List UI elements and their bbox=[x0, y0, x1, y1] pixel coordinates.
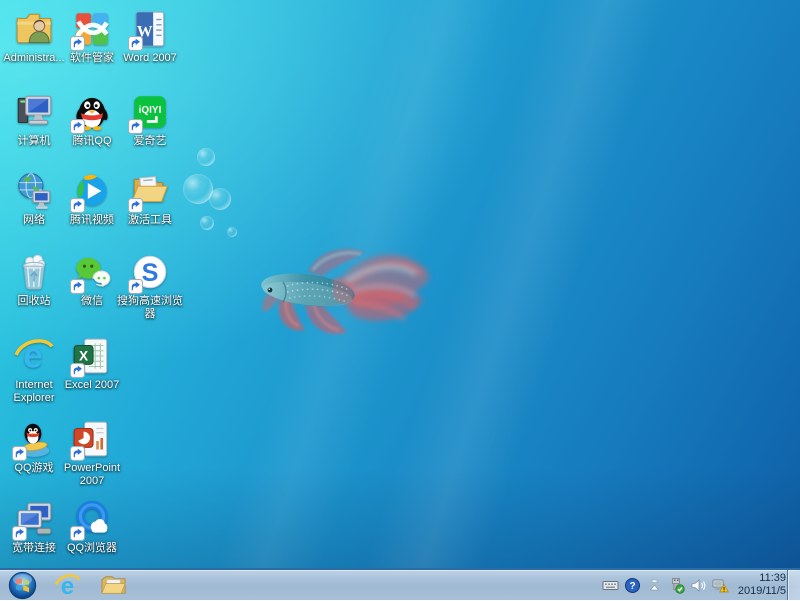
icon-label: Internet Explorer bbox=[1, 379, 67, 405]
icon-label: PowerPoint 2007 bbox=[59, 462, 125, 488]
taskbar-explorer-button[interactable] bbox=[90, 570, 136, 600]
desktop-icon-tencent-qq[interactable]: 腾讯QQ bbox=[59, 91, 125, 148]
recycle-bin-icon bbox=[13, 251, 55, 293]
icon-label: 计算机 bbox=[1, 135, 67, 148]
icon-label: 宽带连接 bbox=[1, 542, 67, 555]
software-manager-icon bbox=[71, 8, 113, 50]
open-folder-icon bbox=[129, 170, 171, 212]
admin-folder-icon bbox=[13, 8, 55, 50]
windows-start-icon bbox=[7, 570, 38, 601]
icon-label: 网络 bbox=[1, 214, 67, 227]
svg-text:?: ? bbox=[629, 581, 635, 592]
svg-text:iQIYI: iQIYI bbox=[139, 105, 162, 116]
desktop-icon-qq-browser[interactable]: QQ浏览器 bbox=[59, 498, 125, 555]
icon-label: QQ浏览器 bbox=[59, 542, 125, 555]
tray-clock[interactable]: 11:39 2019/11/5 bbox=[738, 572, 786, 598]
desktop-icon-powerpoint-2007[interactable]: PowerPoint 2007 bbox=[59, 418, 125, 488]
start-button[interactable] bbox=[0, 570, 44, 600]
desktop-icon-network[interactable]: 网络 bbox=[1, 170, 67, 227]
icon-label: 回收站 bbox=[1, 295, 67, 308]
desktop-icon-word-2007[interactable]: W Word 2007 bbox=[117, 8, 183, 65]
clock-date: 2019/11/5 bbox=[738, 585, 786, 598]
computer-icon bbox=[13, 91, 55, 133]
svg-text:X: X bbox=[79, 349, 88, 364]
qq-game-icon bbox=[13, 418, 55, 460]
excel-icon: X bbox=[71, 335, 113, 377]
clock-time: 11:39 bbox=[738, 572, 786, 585]
desktop-icon-computer[interactable]: 计算机 bbox=[1, 91, 67, 148]
help-icon[interactable]: ? bbox=[624, 577, 641, 594]
desktop-icon-excel-2007[interactable]: X Excel 2007 bbox=[59, 335, 125, 392]
wechat-icon bbox=[71, 251, 113, 293]
broadband-icon bbox=[13, 498, 55, 540]
tencent-video-icon bbox=[71, 170, 113, 212]
ie-icon: e bbox=[54, 572, 81, 599]
desktop-icon-internet-explorer[interactable]: eInternet Explorer bbox=[1, 335, 67, 405]
icon-label: Excel 2007 bbox=[59, 379, 125, 392]
ie-icon: e bbox=[13, 335, 55, 377]
iqiyi-icon: iQIYI bbox=[129, 91, 171, 133]
taskbar: e ? bbox=[0, 568, 800, 600]
icon-label: 微信 bbox=[59, 295, 125, 308]
icon-label: 激活工具 bbox=[117, 214, 183, 227]
icon-label: 搜狗高速浏览器 bbox=[117, 295, 183, 321]
usb-device-icon[interactable] bbox=[668, 577, 685, 594]
desktop-icon-activation-tools[interactable]: 激活工具 bbox=[117, 170, 183, 227]
icon-label: Word 2007 bbox=[117, 52, 183, 65]
desktop[interactable]: Administra...软件管家 W Word 2007 计算机腾讯QQ iQIYI 爱… bbox=[0, 0, 800, 600]
desktop-icon-grid: Administra...软件管家 W Word 2007 计算机腾讯QQ iQIYI 爱… bbox=[0, 0, 800, 600]
taskbar-ie-button[interactable]: e bbox=[44, 570, 90, 600]
word-icon: W bbox=[129, 8, 171, 50]
icon-label: 腾讯视频 bbox=[59, 214, 125, 227]
icon-label: 软件管家 bbox=[59, 52, 125, 65]
powerpoint-icon bbox=[71, 418, 113, 460]
icon-label: 腾讯QQ bbox=[59, 135, 125, 148]
desktop-icon-sogou-browser[interactable]: S 搜狗高速浏览器 bbox=[117, 251, 183, 321]
desktop-icon-wechat[interactable]: 微信 bbox=[59, 251, 125, 308]
icon-label: QQ游戏 bbox=[1, 462, 67, 475]
desktop-icon-iqiyi[interactable]: iQIYI 爱奇艺 bbox=[117, 91, 183, 148]
desktop-icon-qq-games[interactable]: QQ游戏 bbox=[1, 418, 67, 475]
show-desktop-button[interactable] bbox=[787, 570, 800, 600]
qq-icon bbox=[71, 91, 113, 133]
icon-label: 爱奇艺 bbox=[117, 135, 183, 148]
network-icon bbox=[13, 170, 55, 212]
input-indicator-icon[interactable] bbox=[602, 577, 619, 594]
qq-browser-icon bbox=[71, 498, 113, 540]
volume-icon[interactable] bbox=[690, 577, 707, 594]
desktop-icon-tencent-video[interactable]: 腾讯视频 bbox=[59, 170, 125, 227]
show-hidden-icons-icon[interactable] bbox=[646, 577, 663, 594]
network-warning-icon[interactable] bbox=[712, 577, 729, 594]
desktop-icon-software-manager[interactable]: 软件管家 bbox=[59, 8, 125, 65]
desktop-icon-administrator[interactable]: Administra... bbox=[1, 8, 67, 65]
folder-icon bbox=[100, 572, 127, 599]
icon-label: Administra... bbox=[1, 52, 67, 65]
svg-text:S: S bbox=[142, 259, 159, 287]
desktop-icon-recycle-bin[interactable]: 回收站 bbox=[1, 251, 67, 308]
sogou-icon: S bbox=[129, 251, 171, 293]
desktop-icon-broadband[interactable]: 宽带连接 bbox=[1, 498, 67, 555]
